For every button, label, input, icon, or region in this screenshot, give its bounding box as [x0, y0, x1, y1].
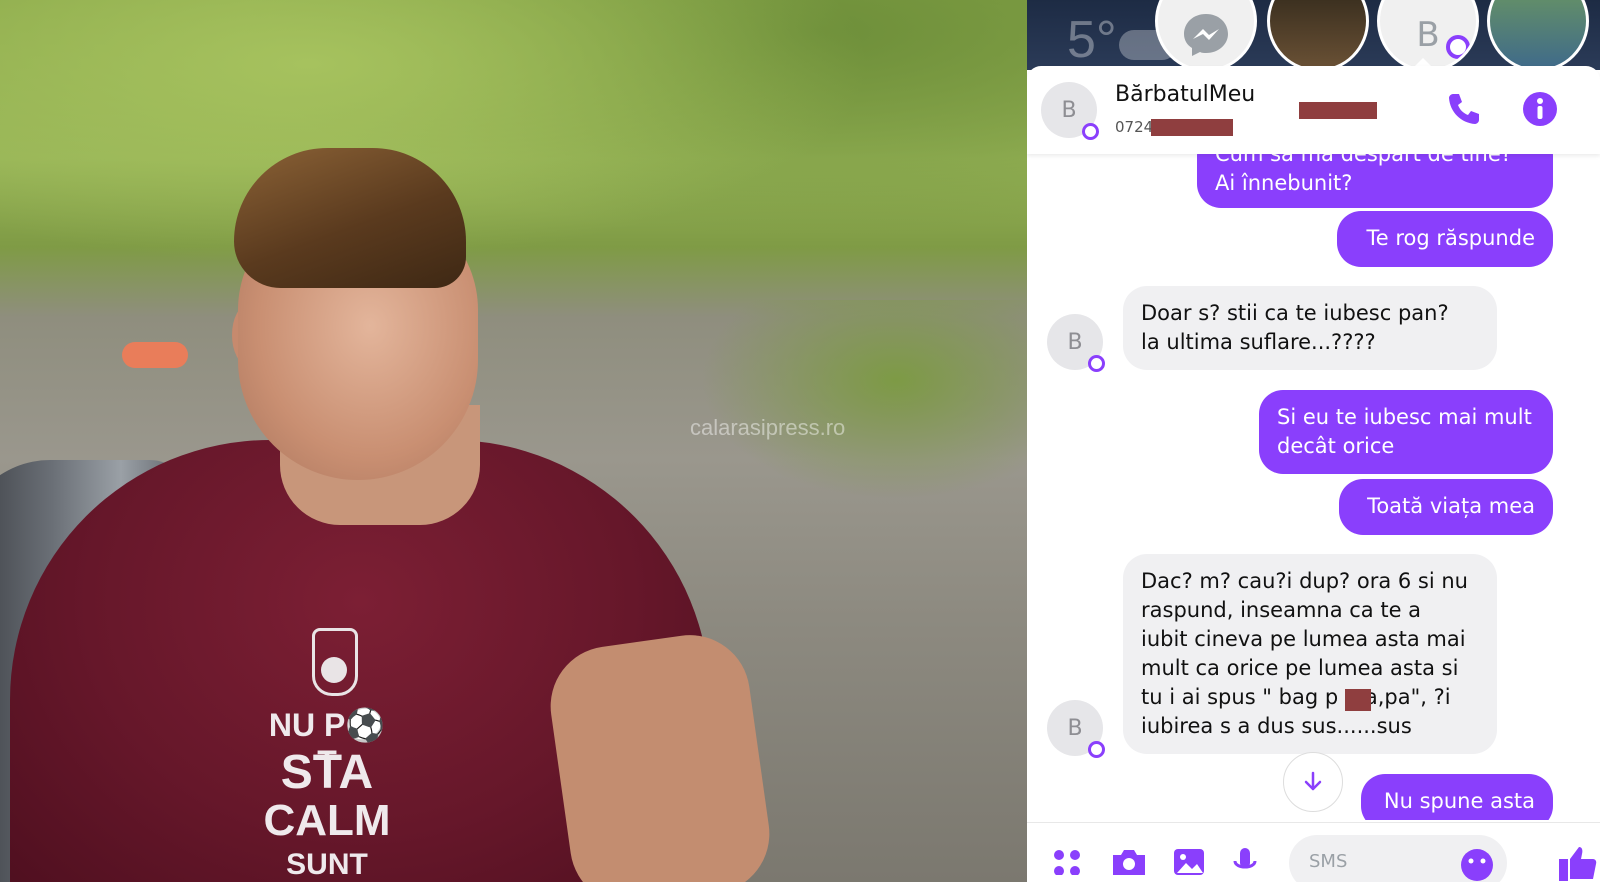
shirt-text-line-3: CALM: [263, 796, 391, 845]
emoji-icon[interactable]: [1459, 847, 1495, 882]
message-line: tu i ai spus " bag p a,pa", ?i: [1141, 685, 1451, 709]
status-dot-icon: [1082, 123, 1099, 140]
contact-name: BărbatulMeu: [1115, 82, 1256, 107]
message-bubble-sent[interactable]: Si eu te iubesc mai mult decât orice: [1259, 390, 1553, 474]
status-dot-icon: [1088, 741, 1105, 758]
mic-icon[interactable]: [1231, 845, 1259, 875]
camera-icon[interactable]: [1109, 845, 1149, 875]
call-icon[interactable]: [1445, 90, 1481, 126]
contact-avatar[interactable]: B: [1041, 82, 1099, 140]
redaction-bar: [1151, 119, 1233, 136]
message-line: Toată viața mea: [1367, 494, 1535, 518]
chat-head-photo-2[interactable]: [1487, 0, 1589, 72]
messenger-icon: [1184, 14, 1228, 56]
chat-heads-bar: 5° B: [1027, 0, 1600, 72]
messenger-screen: 5° B B BărbatulMeu 0724 Cum să mă despar…: [1027, 0, 1600, 882]
chat-head-b-initial: B: [1416, 15, 1440, 55]
message-bubble-sent[interactable]: Nu spune asta: [1361, 774, 1553, 820]
message-composer: SMS: [1027, 822, 1600, 882]
message-line: iubirea s a dus sus......sus: [1141, 714, 1412, 738]
weather-widget: 5°: [1067, 11, 1117, 69]
status-dot-icon: [1446, 35, 1470, 59]
chat-head-photo-1[interactable]: [1267, 0, 1369, 72]
sender-avatar[interactable]: B: [1047, 314, 1105, 372]
redaction-bar: [1299, 102, 1377, 119]
sms-input-placeholder: SMS: [1309, 851, 1348, 872]
message-line: Si eu te iubesc mai mult: [1277, 405, 1532, 429]
conversation-header: B BărbatulMeu 0724: [1027, 66, 1600, 154]
message-line: Ai înnebunit?: [1215, 171, 1353, 195]
redaction-bar: [1345, 689, 1371, 711]
grass-patch: [700, 300, 1027, 500]
info-icon[interactable]: [1521, 90, 1559, 128]
message-line: Te rog răspunde: [1366, 226, 1535, 250]
sender-avatar-initial: B: [1067, 329, 1083, 355]
message-line: Cum să mă despart de tine?: [1215, 154, 1512, 166]
message-line: la ultima suflare...????: [1141, 330, 1376, 354]
message-list[interactable]: Cum să mă despart de tine? Ai înnebunit?…: [1027, 154, 1600, 820]
message-bubble-received[interactable]: Doar s? stii ca te iubesc pan? la ultima…: [1123, 286, 1497, 370]
crest-icon: [312, 628, 358, 696]
contact-avatar-initial: B: [1061, 97, 1077, 123]
message-bubble-sent[interactable]: Te rog răspunde: [1337, 211, 1553, 267]
sender-avatar[interactable]: B: [1047, 700, 1105, 758]
message-line: Dac? m? cau?i dup? ora 6 si nu: [1141, 569, 1468, 593]
message-line: decât orice: [1277, 434, 1395, 458]
hair: [234, 148, 466, 288]
sender-avatar-initial: B: [1067, 715, 1083, 741]
message-line: iubit cineva pe lumea asta mai: [1141, 627, 1466, 651]
sms-input[interactable]: SMS: [1289, 835, 1507, 882]
litter-object: [122, 342, 188, 368]
contact-phone: 0724: [1115, 118, 1154, 136]
arrow-down-icon: [1304, 771, 1322, 791]
gallery-icon[interactable]: [1171, 845, 1207, 875]
message-line: Nu spune asta: [1383, 789, 1535, 813]
message-bubble-sent[interactable]: Toată viața mea: [1339, 479, 1553, 535]
grass-background: [0, 0, 1027, 320]
shirt-text-line-2: STA: [280, 746, 374, 799]
news-photo: NU P⚽T STA CALM SUNT calarasipress.ro: [0, 0, 1027, 882]
messenger-chat-head[interactable]: [1155, 0, 1257, 72]
arm: [542, 627, 778, 882]
status-dot-icon: [1088, 355, 1105, 372]
message-bubble-sent[interactable]: Cum să mă despart de tine? Ai înnebunit?: [1197, 154, 1553, 208]
shirt-text-line-4: SUNT: [286, 848, 368, 881]
message-line: mult ca orice pe lumea asta si: [1141, 656, 1459, 680]
apps-icon[interactable]: [1049, 845, 1085, 875]
watermark: calarasipress.ro: [690, 415, 846, 440]
like-icon[interactable]: [1557, 845, 1597, 881]
message-line: Doar s? stii ca te iubesc pan?: [1141, 301, 1449, 325]
message-line: raspund, inseamna ca te a: [1141, 598, 1422, 622]
scroll-to-bottom-button[interactable]: [1283, 752, 1343, 812]
message-bubble-received[interactable]: Dac? m? cau?i dup? ora 6 si nu raspund, …: [1123, 554, 1497, 754]
